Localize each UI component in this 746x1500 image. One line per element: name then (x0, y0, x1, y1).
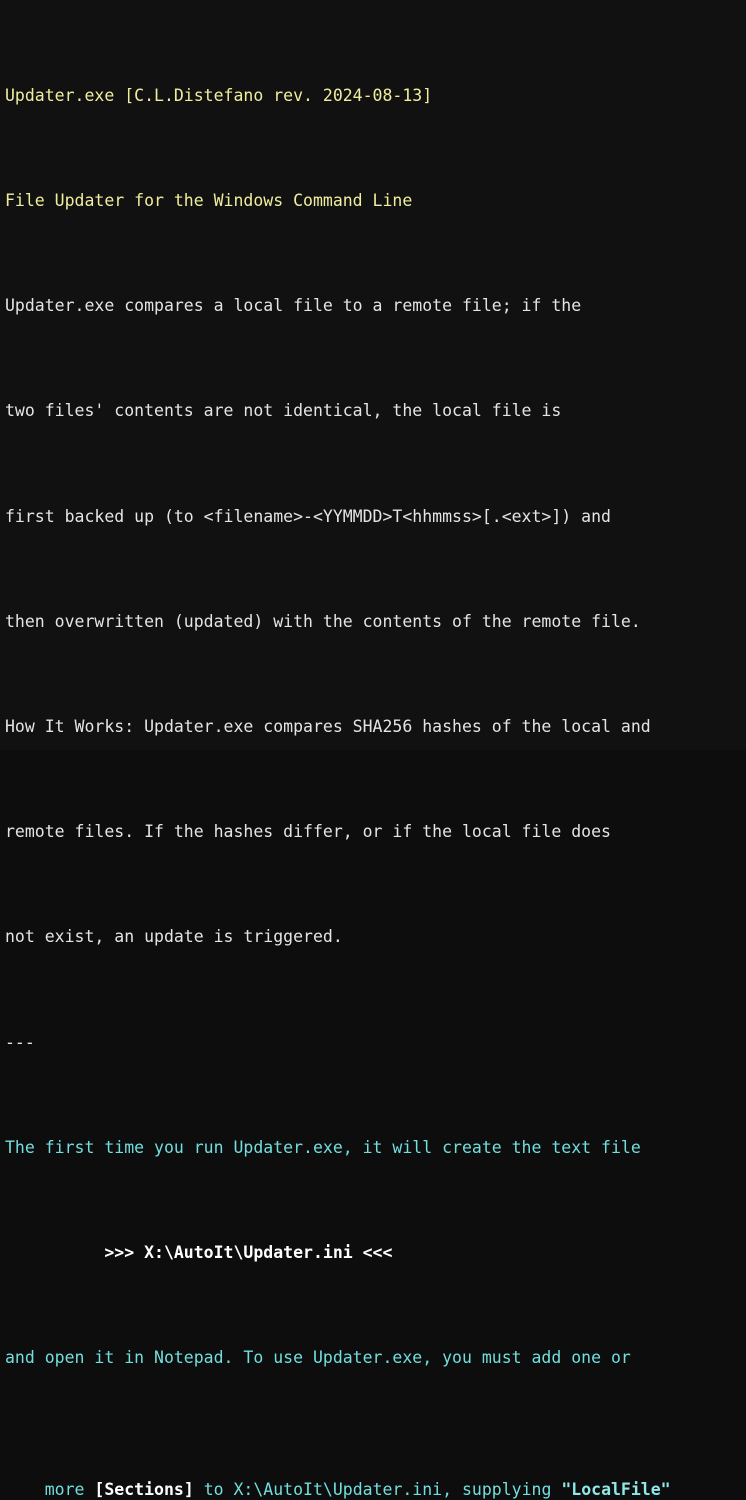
console-line-ini-intro: The first time you run Updater.exe, it w… (5, 1137, 641, 1157)
console-line-desc-4: then overwritten (updated) with the cont… (5, 611, 641, 631)
ini-localfile-keyword: "LocalFile" (561, 1479, 671, 1499)
console-line-desc-3: first backed up (to <filename>-<YYMMDD>T… (5, 506, 611, 526)
terminal-console[interactable]: Updater.exe [C.L.Distefano rev. 2024-08-… (0, 0, 746, 1499)
console-separator-1: --- (5, 1032, 35, 1052)
console-line-desc-2: two files' contents are not identical, t… (5, 401, 562, 421)
console-line-howitworks-3: not exist, an update is triggered. (5, 927, 343, 947)
console-line-title: Updater.exe [C.L.Distefano rev. 2024-08-… (5, 85, 433, 105)
console-line-howitworks-2: remote files. If the hashes differ, or i… (5, 822, 611, 842)
console-line-subtitle: File Updater for the Windows Command Lin… (5, 191, 413, 211)
console-line-ini-usage-2: more [Sections] to X:\AutoIt\Updater.ini… (5, 1450, 746, 1499)
ini-usage-2-part-a: more (44, 1479, 95, 1499)
ini-sections-keyword: [Sections] (94, 1479, 194, 1499)
console-line-desc-1: Updater.exe compares a local file to a r… (5, 296, 582, 316)
console-line-ini-path: >>> X:\AutoIt\Updater.ini <<< (5, 1242, 393, 1262)
ini-usage-2-part-c: to X:\AutoIt\Updater.ini, supplying (193, 1479, 562, 1499)
console-line-howitworks-1: How It Works: Updater.exe compares SHA25… (5, 717, 651, 737)
console-line-ini-usage-1: and open it in Notepad. To use Updater.e… (5, 1348, 631, 1368)
